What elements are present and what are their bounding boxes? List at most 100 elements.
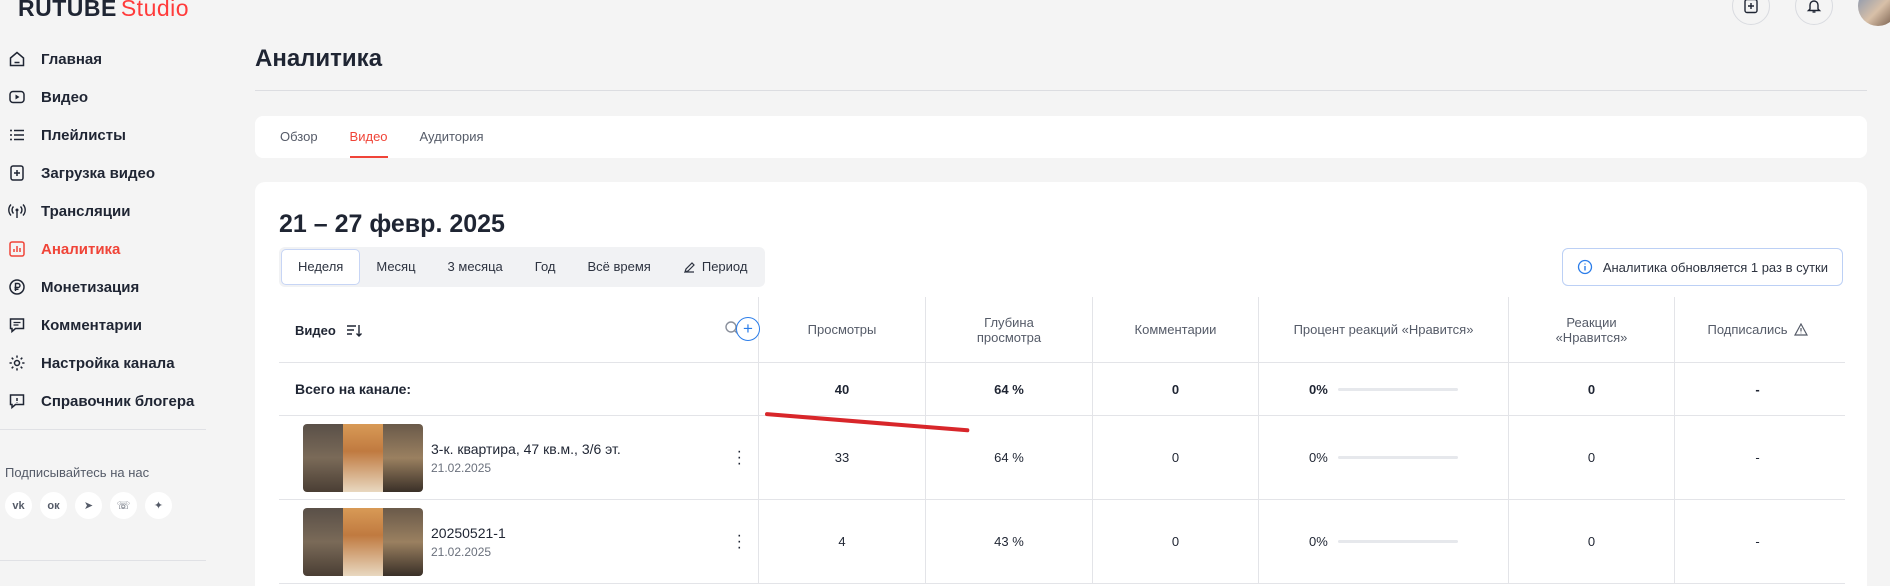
header-likes[interactable]: Реакции «Нравится» [1508, 297, 1674, 362]
info-text: Аналитика обновляется 1 раз в сутки [1602, 259, 1828, 275]
sidebar-item-comments[interactable]: Комментарии [0, 306, 208, 344]
like-percent-bar [1337, 540, 1458, 543]
ok-icon[interactable]: ок [40, 492, 67, 519]
analytics-card: 21 – 27 февр. 2025 Неделя Месяц 3 месяца… [255, 182, 1867, 586]
sidebar-item-label: Видео [41, 88, 89, 106]
bell-icon [1806, 0, 1822, 13]
sidebar-item-home[interactable]: Главная [0, 40, 208, 78]
tab-video[interactable]: Видео [349, 116, 388, 158]
period-week-button[interactable]: Неделя [281, 249, 361, 285]
sidebar: Главная Видео Плейлисты Загрузка видео Т… [0, 40, 208, 420]
period-selector: Неделя Месяц 3 месяца Год Всё время Пери… [279, 247, 766, 287]
video-thumbnail[interactable] [303, 423, 423, 492]
more-options-icon[interactable]: · · · [737, 443, 742, 471]
follow-us-title: Подписывайтесь на нас [5, 465, 150, 480]
total-like-percent: 0% [1258, 363, 1508, 415]
telegram-icon[interactable]: ➤ [75, 492, 102, 519]
video-thumbnail[interactable] [303, 507, 423, 576]
header-comments[interactable]: Комментарии [1092, 297, 1258, 362]
upload-icon [1744, 0, 1758, 14]
broadcast-icon [8, 204, 26, 218]
sidebar-item-broadcasts[interactable]: Трансляции [0, 192, 208, 230]
viber-icon[interactable]: ☏ [110, 492, 137, 519]
sidebar-item-label: Монетизация [41, 278, 140, 296]
period-custom-button[interactable]: Период [667, 249, 764, 285]
header-views[interactable]: Просмотры [758, 297, 925, 362]
video-column-title: Видео [295, 323, 336, 338]
sidebar-divider [0, 429, 206, 430]
tab-audience[interactable]: Аудитория [420, 116, 484, 158]
period-all-time-button[interactable]: Всё время [571, 249, 666, 285]
cell-subscribed: - [1674, 416, 1840, 499]
upload-video-button[interactable] [1732, 0, 1770, 25]
video-title[interactable]: 20250521-1 [431, 525, 711, 541]
analytics-tabs: Обзор Видео Аудитория [255, 116, 1867, 158]
header-watch-depth[interactable]: Глубина просмотра [925, 297, 1092, 362]
playlist-icon [10, 129, 24, 141]
notifications-button[interactable] [1795, 0, 1833, 25]
video-date: 21.02.2025 [431, 544, 492, 559]
period-month-button[interactable]: Месяц [360, 249, 431, 285]
header-video-column: Видео + [279, 297, 760, 362]
table-header: Видео + Просмотры Глубина просмотра Комм… [279, 297, 1845, 363]
video-title[interactable]: 3-к. квартира, 47 кв.м., 3/6 эт. [431, 441, 711, 457]
header-subscribed[interactable]: Подписались [1674, 297, 1840, 362]
zen-icon[interactable]: ✦ [145, 492, 172, 519]
total-views: 40 [758, 363, 925, 415]
video-cell[interactable]: 20250521-1 21.02.2025 · · · [279, 500, 758, 583]
total-comments: 0 [1092, 363, 1258, 415]
period-custom-label: Период [701, 259, 748, 274]
header-subscribed-label: Подписались [1707, 322, 1788, 337]
cell-views: 33 [758, 416, 925, 499]
video-column-label[interactable]: Видео [295, 323, 362, 338]
rutube-studio-logo[interactable]: RUTUBE Studio [18, 0, 189, 22]
video-analytics-table: Видео + Просмотры Глубина просмотра Комм… [279, 297, 1845, 584]
guide-icon [9, 394, 25, 410]
cell-comments: 0 [1092, 416, 1258, 499]
vk-icon[interactable]: vk [5, 492, 32, 519]
sidebar-item-monetization[interactable]: Монетизация [0, 268, 208, 306]
video-meta: 20250521-1 21.02.2025 [431, 525, 711, 559]
tab-overview[interactable]: Обзор [280, 116, 318, 158]
period-3months-button[interactable]: 3 месяца [432, 249, 519, 285]
ruble-icon [9, 279, 25, 295]
sidebar-item-upload[interactable]: Загрузка видео [0, 154, 208, 192]
sidebar-item-blogger-guide[interactable]: Справочник блогера [0, 382, 208, 420]
gear-icon [9, 355, 25, 371]
period-title: 21 – 27 февр. 2025 [279, 210, 505, 238]
top-icons [1732, 0, 1890, 26]
period-year-button[interactable]: Год [519, 249, 572, 285]
more-options-icon[interactable]: · · · [737, 527, 742, 555]
cell-depth: 43 % [925, 500, 1092, 583]
header-like-percent[interactable]: Процент реакций «Нравится» [1258, 297, 1508, 362]
sidebar-item-label: Главная [41, 50, 103, 68]
page-title: Аналитика [255, 45, 383, 72]
avatar[interactable] [1858, 0, 1890, 26]
sidebar-item-playlists[interactable]: Плейлисты [0, 116, 208, 154]
total-like-percent-value: 0% [1309, 381, 1328, 397]
home-icon [9, 51, 25, 67]
table-row[interactable]: 20250521-1 21.02.2025 · · · 4 43 % 0 0% 0 … [279, 500, 1845, 584]
logo-brand: RUTUBE [18, 0, 117, 21]
sidebar-item-channel-settings[interactable]: Настройка канала [0, 344, 208, 382]
info-banner: Аналитика обновляется 1 раз в сутки [1561, 248, 1843, 286]
video-icon [9, 90, 25, 104]
add-column-button[interactable]: + [736, 317, 760, 341]
title-divider [255, 90, 1867, 91]
sidebar-divider [0, 560, 206, 561]
upload-icon [10, 165, 24, 181]
table-row-total: Всего на канале: 40 64 % 0 0% 0 - [279, 363, 1845, 416]
sidebar-item-label: Справочник блогера [41, 392, 195, 410]
sidebar-item-analytics[interactable]: Аналитика [0, 230, 208, 268]
sidebar-item-label: Плейлисты [41, 126, 126, 144]
cell-like-percent-value: 0% [1309, 450, 1328, 465]
table-row[interactable]: 3-к. квартира, 47 кв.м., 3/6 эт. 21.02.2… [279, 416, 1845, 500]
video-cell[interactable]: 3-к. квартира, 47 кв.м., 3/6 эт. 21.02.2… [279, 416, 758, 499]
cell-subscribed: - [1674, 500, 1840, 583]
cell-comments: 0 [1092, 500, 1258, 583]
cell-views: 4 [758, 500, 925, 583]
analytics-icon [9, 241, 25, 257]
like-percent-bar [1337, 387, 1458, 391]
sidebar-item-video[interactable]: Видео [0, 78, 208, 116]
warning-icon [1793, 323, 1808, 336]
